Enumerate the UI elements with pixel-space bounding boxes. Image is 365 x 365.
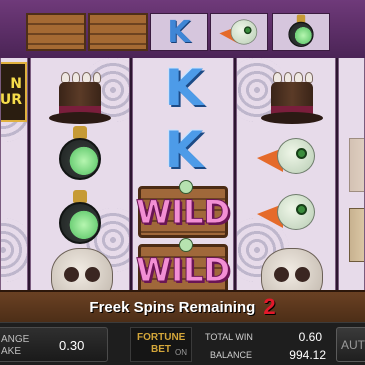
top-bird-symbol: [210, 13, 268, 51]
potion-icon: [55, 190, 105, 248]
total-win-value: 0.60: [298, 330, 322, 344]
bird-skull-icon: [219, 17, 258, 48]
scroll-icon: [349, 208, 364, 262]
fortune-bet-label-line2: BET: [151, 344, 171, 355]
free-spins-banner: Freek Spins Remaining 2: [0, 290, 365, 322]
mini-skull-icon: [179, 180, 193, 194]
wild-symbol: WILD: [135, 180, 231, 238]
free-spins-count: 2: [263, 294, 276, 319]
stake-label-line1: ANGE: [1, 334, 30, 345]
change-stake-button[interactable]: ANGE AKE 0.30: [0, 327, 108, 362]
logo-text-line1: N: [10, 76, 22, 92]
top-potion-symbol: [272, 13, 330, 51]
potion-icon: [55, 126, 105, 184]
bird-skull-icon: [257, 134, 317, 178]
top-plank-symbol: [88, 13, 148, 51]
bird-skull-icon: [257, 190, 317, 234]
reel-3: K K WILD WILD: [132, 58, 234, 290]
reel-4: [236, 58, 336, 290]
reel-2: [30, 58, 130, 290]
stake-value: 0.30: [59, 338, 85, 353]
potion-icon: [286, 14, 316, 50]
voodoo-hat-icon: [47, 70, 113, 130]
fortune-bet-label-line1: FORTUNE: [137, 332, 186, 343]
voodoo-hat-icon: [259, 70, 325, 130]
mini-skull-icon: [179, 238, 193, 252]
reel-area: N UR K K WILD WILD: [0, 58, 365, 290]
k-symbol: K: [164, 121, 204, 179]
stake-label-line2: AKE: [1, 346, 22, 357]
balance-value: 994.12: [289, 348, 326, 362]
skull-icon: [51, 248, 113, 290]
fortune-bet-state: ON: [175, 348, 187, 357]
game-logo-fragment: N UR: [1, 62, 27, 122]
k-symbol: K: [164, 59, 204, 117]
scroll-icon: [349, 138, 364, 192]
slot-game: K N UR K K WILD WILD Freek Spins Remaini…: [0, 0, 365, 365]
logo-text-line2: UR: [0, 92, 22, 108]
balance-label: BALANCE: [210, 350, 253, 360]
skull-icon: [261, 248, 323, 290]
total-win-label: TOTAL WIN: [205, 332, 253, 342]
reel-1: N UR: [0, 58, 28, 290]
fortune-bet-toggle[interactable]: FORTUNE BET ON: [130, 327, 192, 362]
control-bar: ANGE AKE 0.30 FORTUNE BET ON TOTAL WIN 0…: [0, 322, 365, 365]
free-spins-label: Freek Spins Remaining: [89, 298, 256, 316]
top-k-symbol: K: [150, 13, 208, 51]
wild-symbol: WILD: [135, 238, 231, 290]
top-plank-symbol: [26, 13, 86, 51]
top-k-letter: K: [167, 14, 191, 50]
autoplay-button[interactable]: AUTO: [336, 327, 365, 362]
autoplay-label: AUTO: [341, 338, 365, 352]
reel-5: [338, 58, 365, 290]
top-symbol-strip: K: [0, 0, 365, 58]
